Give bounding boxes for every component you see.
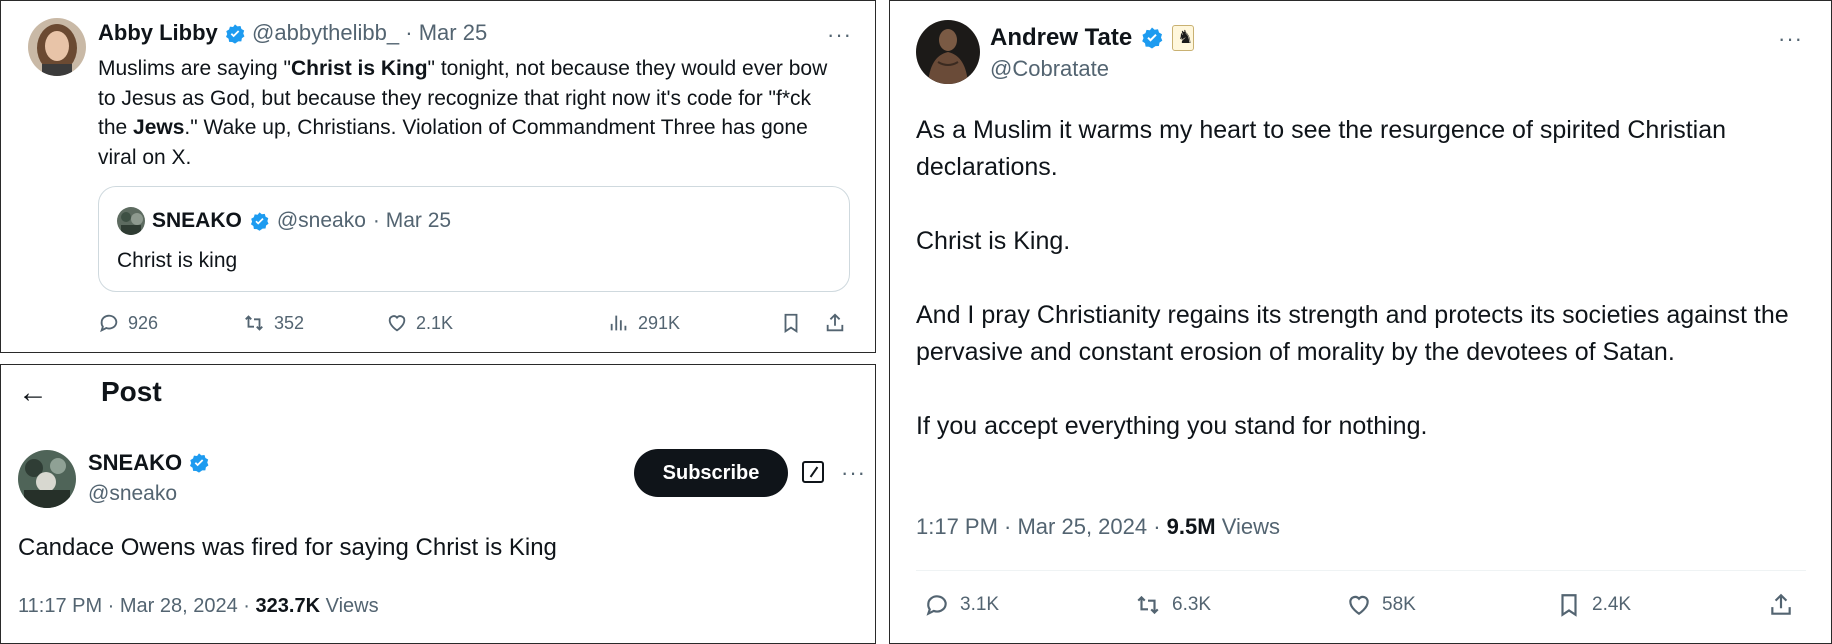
repost-icon bbox=[1137, 595, 1159, 615]
tweet-text: Muslims are saying " bbox=[98, 57, 292, 80]
divider bbox=[916, 570, 1806, 571]
verified-badge-icon bbox=[249, 211, 270, 232]
post-meta: 1:17 PM · Mar 25, 2024 · 9.5M Views bbox=[916, 514, 1280, 540]
bookmark-icon bbox=[1561, 594, 1577, 617]
post-body: As a Muslim it warms my heart to see the… bbox=[916, 112, 1816, 482]
verified-badge-icon bbox=[188, 452, 210, 474]
author-name-row: SNEAKO bbox=[88, 450, 210, 476]
like-count: 2.1K bbox=[416, 312, 454, 333]
repost-button[interactable]: 6.3K bbox=[1134, 592, 1211, 618]
author-handle[interactable]: @Cobratate bbox=[990, 56, 1109, 82]
views-label: Views bbox=[1215, 514, 1280, 539]
tweet-date[interactable]: · Mar 25 bbox=[405, 20, 487, 45]
post-paragraph: As a Muslim it warms my heart to see the… bbox=[916, 116, 1727, 181]
avatar-tate[interactable] bbox=[916, 20, 980, 84]
tweet-card-abby bbox=[0, 0, 876, 353]
verified-badge-icon bbox=[224, 23, 246, 45]
share-icon bbox=[826, 313, 844, 332]
more-icon[interactable]: ··· bbox=[1778, 28, 1803, 50]
bookmark-count: 2.4K bbox=[1592, 594, 1632, 615]
share-button[interactable] bbox=[1768, 592, 1794, 618]
like-icon bbox=[388, 315, 406, 332]
post-paragraph: Christ is King. bbox=[916, 227, 1071, 255]
repost-button[interactable]: 352 bbox=[242, 312, 304, 334]
tweet-header-abby: Abby Libby @abbythelibb_ · Mar 25 bbox=[98, 20, 487, 46]
reply-button[interactable]: 3.1K bbox=[924, 592, 999, 618]
avatar-abby-image bbox=[28, 18, 86, 76]
author-name[interactable]: Andrew Tate bbox=[990, 24, 1132, 52]
like-icon bbox=[1349, 595, 1369, 615]
avatar-abby[interactable] bbox=[28, 18, 86, 76]
post-paragraph: And I pray Christianity regains its stre… bbox=[916, 301, 1789, 366]
quoted-author-name: SNEAKO bbox=[152, 209, 242, 232]
author-name[interactable]: SNEAKO bbox=[88, 450, 182, 476]
quoted-tweet-body: Christ is king bbox=[117, 249, 238, 272]
post-timestamp[interactable]: 11:17 PM · Mar 28, 2024 · bbox=[18, 595, 256, 617]
back-arrow-icon[interactable]: ← bbox=[18, 378, 48, 408]
reply-button[interactable]: 926 bbox=[98, 312, 158, 334]
quoted-tweet-header: SNEAKO @sneako · Mar 25 bbox=[117, 207, 451, 235]
bookmark-button[interactable] bbox=[780, 312, 802, 334]
tweet-text: ." Wake up, Christians. Violation of Com… bbox=[98, 116, 808, 169]
post-paragraph: If you accept everything you stand for n… bbox=[916, 412, 1428, 440]
share-button[interactable] bbox=[824, 312, 846, 334]
like-count: 58K bbox=[1382, 594, 1416, 615]
views-count: 323.7K bbox=[255, 595, 321, 617]
reply-icon bbox=[100, 314, 118, 333]
post-timestamp[interactable]: 1:17 PM · Mar 25, 2024 · bbox=[916, 514, 1167, 539]
views-count: 291K bbox=[638, 312, 681, 333]
tweet-actions-abby: 926 352 2.1K 291K bbox=[98, 312, 850, 340]
affiliate-badge-icon[interactable]: ♞ bbox=[1172, 25, 1195, 51]
views-label: Views bbox=[320, 595, 379, 617]
bookmark-button[interactable]: 2.4K bbox=[1556, 592, 1631, 618]
quoted-author-handle: @sneako bbox=[276, 209, 366, 232]
quoted-tweet-date: · Mar 25 bbox=[372, 209, 452, 232]
avatar-sneako-small bbox=[117, 207, 145, 235]
badge-glyph: ♞ bbox=[1177, 27, 1194, 47]
edit-icon[interactable] bbox=[802, 461, 824, 483]
views-button[interactable]: 291K bbox=[608, 312, 680, 334]
post-meta: 11:17 PM · Mar 28, 2024 · 323.7K Views bbox=[18, 595, 379, 618]
like-button[interactable]: 2.1K bbox=[386, 312, 453, 334]
repost-count: 6.3K bbox=[1172, 594, 1212, 615]
post-body: Candace Owens was fired for saying Chris… bbox=[18, 534, 557, 561]
share-icon bbox=[1771, 593, 1791, 615]
quoted-tweet[interactable]: SNEAKO @sneako · Mar 25 Christ is king bbox=[98, 186, 850, 292]
verified-badge-icon bbox=[1140, 26, 1164, 50]
bookmark-icon bbox=[784, 313, 798, 333]
tweet-body-abby: Muslims are saying "Christ is King" toni… bbox=[98, 54, 838, 172]
like-button[interactable]: 58K bbox=[1346, 592, 1416, 618]
views-count: 9.5M bbox=[1166, 514, 1216, 539]
author-name[interactable]: Abby Libby bbox=[98, 20, 218, 45]
tweet-text-bold: Christ is King bbox=[291, 57, 428, 80]
repost-icon bbox=[245, 315, 263, 331]
post-actions-tate: 3.1K 6.3K 58K 2.4K bbox=[916, 592, 1806, 624]
reply-count: 3.1K bbox=[960, 594, 1000, 615]
more-icon[interactable]: ··· bbox=[827, 24, 852, 46]
views-icon bbox=[610, 315, 627, 331]
reply-count: 926 bbox=[128, 312, 159, 333]
author-handle[interactable]: @sneako bbox=[88, 482, 177, 506]
more-icon[interactable]: ··· bbox=[841, 462, 866, 484]
page-title: Post bbox=[101, 376, 162, 407]
reply-icon bbox=[926, 595, 947, 616]
avatar-sneako[interactable] bbox=[18, 450, 76, 508]
avatar-tate-image bbox=[916, 20, 980, 84]
avatar-sneako-image bbox=[18, 450, 76, 508]
subscribe-button[interactable]: Subscribe bbox=[634, 449, 788, 497]
author-handle[interactable]: @abbythelibb_ bbox=[252, 20, 399, 45]
repost-count: 352 bbox=[274, 312, 305, 333]
author-name-row: Andrew Tate ♞ bbox=[990, 24, 1195, 52]
tweet-text-bold: Jews bbox=[133, 116, 185, 139]
